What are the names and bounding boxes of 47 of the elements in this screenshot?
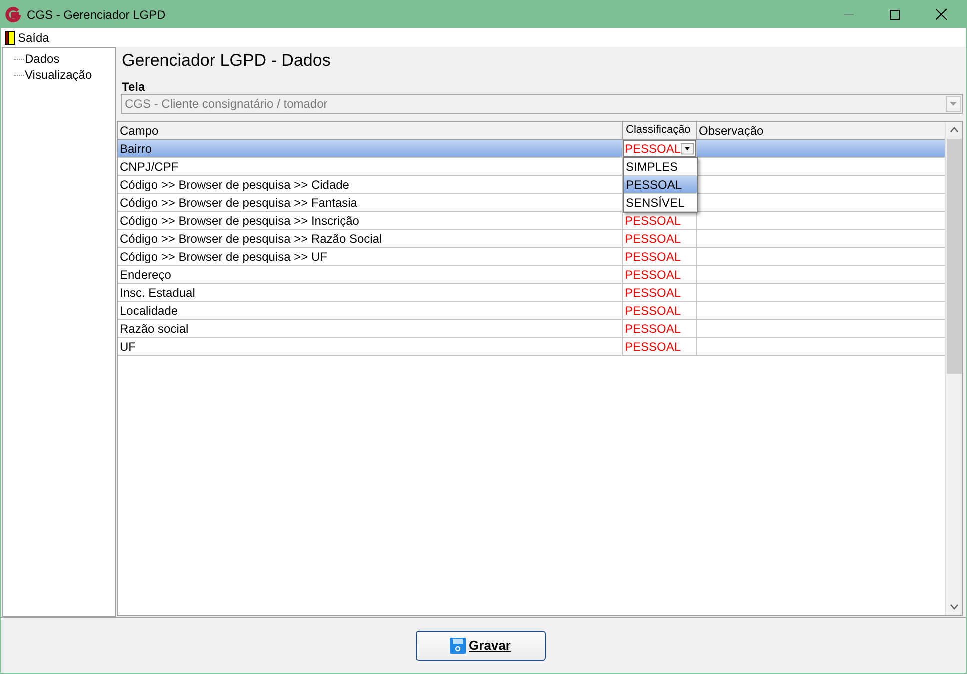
table-cell: Razão social (118, 320, 623, 337)
scroll-thumb[interactable] (946, 139, 962, 374)
close-icon[interactable] (936, 9, 947, 20)
classification-cell-text: PESSOAL (624, 212, 682, 230)
classification-cell-text: PESSOAL (624, 266, 682, 284)
classification-combo[interactable]: PESSOAL (623, 140, 696, 157)
table-cell: Código >> Browser de pesquisa >> Razão Social (118, 230, 623, 247)
table-cell: Insc. Estadual (118, 284, 623, 301)
table-row[interactable]: Insc. Estadual PESSOAL (118, 284, 945, 302)
menu-item[interactable]: Saída (1, 28, 54, 46)
table-row[interactable]: Código >> Browser de pesquisa >> Razão Social PESSOAL (118, 230, 945, 248)
window-title: CGS - Gerenciador LGPD (27, 6, 166, 24)
dropdown-option[interactable]: PESSOAL (624, 176, 697, 194)
column-header[interactable]: Campo (118, 122, 623, 139)
classification-cell-text: PESSOAL (624, 230, 682, 248)
table-cell: Localidade (118, 302, 623, 319)
table-cell: Código >> Browser de pesquisa >> Fantasia (118, 194, 623, 211)
tree-item[interactable]: Visualização (25, 66, 92, 84)
table-row[interactable]: Código >> Browser de pesquisa >> UF PESSOAL (118, 248, 945, 266)
column-header[interactable]: Observação (697, 122, 945, 139)
classification-cell-text: PESSOAL (624, 320, 682, 338)
classification-cell-text: PESSOAL (624, 302, 682, 320)
table-row[interactable]: UF PESSOAL (118, 338, 945, 356)
column-header[interactable]: Classificação (623, 122, 697, 139)
dropdown-option[interactable]: SIMPLES (624, 158, 697, 176)
maximize-icon[interactable] (890, 10, 900, 20)
classification-cell-text: PESSOAL (624, 284, 682, 302)
classification-cell-text: PESSOAL (624, 338, 682, 356)
classification-cell-text: PESSOAL (624, 248, 682, 266)
table-cell: Código >> Browser de pesquisa >> UF (118, 248, 623, 265)
table-row[interactable]: Código >> Browser de pesquisa >> Inscrição PESSOAL (118, 212, 945, 230)
table-row[interactable]: Endereço PESSOAL (118, 266, 945, 284)
tree-item[interactable]: Dados (25, 50, 60, 68)
table-cell: Endereço (118, 266, 623, 283)
table-row[interactable]: Razão social PESSOAL (118, 320, 945, 338)
save-button[interactable]: Gravar (416, 630, 546, 660)
table-row[interactable]: Localidade PESSOAL (118, 302, 945, 320)
scrollbar[interactable] (945, 122, 962, 615)
page-heading: Gerenciador LGPD - Dados (121, 50, 332, 72)
table-cell: CNPJ/CPF (118, 158, 623, 175)
logo-icon (5, 6, 21, 22)
tela-label: Tela (121, 79, 146, 94)
table-cell: UF (118, 338, 623, 355)
dropdown-option[interactable]: SENSÍVEL (624, 194, 697, 212)
table-cell: Código >> Browser de pesquisa >> Cidade (118, 176, 623, 193)
table-cell: Código >> Browser de pesquisa >> Inscrição (118, 212, 623, 229)
door-icon (5, 30, 15, 44)
